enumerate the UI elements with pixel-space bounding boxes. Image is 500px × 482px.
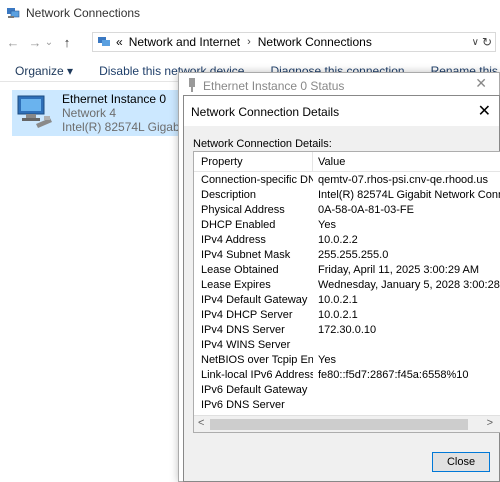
window-titlebar: Network Connections (0, 0, 500, 26)
horizontal-scrollbar[interactable]: < > (194, 415, 500, 432)
address-row: ← → ⌄ ↑ « Network and Internet › Network… (0, 30, 500, 54)
table-row[interactable]: Lease Expires Wednesday, January 5, 2028 … (194, 278, 500, 293)
property-cell: DHCP Enabled (201, 219, 276, 231)
ethernet-status-icon (189, 78, 195, 92)
value-cell: 0A-58-0A-81-03-FE (318, 204, 414, 216)
table-row[interactable]: IPv4 Subnet Mask 255.255.255.0 (194, 248, 500, 263)
value-cell: 10.0.2.1 (318, 309, 358, 321)
table-row[interactable]: IPv4 DNS Server 172.30.0.10 (194, 323, 500, 338)
dialog-titlebar: Network Connection Details ✕ (184, 96, 499, 126)
up-arrow-icon[interactable]: ↑ (58, 35, 76, 50)
property-cell: Description (201, 189, 257, 201)
property-cell: Lease Expires (201, 279, 271, 291)
property-cell: Connection-specific DN... (201, 174, 313, 186)
property-cell: IPv4 DHCP Server (201, 309, 293, 321)
breadcrumb-network-and-internet[interactable]: Network and Internet (129, 35, 240, 49)
value-cell: 172.30.0.10 (318, 324, 377, 336)
table-row[interactable]: IPv6 Default Gateway (194, 383, 500, 398)
breadcrumb-network-connections[interactable]: Network Connections (258, 35, 372, 49)
value-cell: Intel(R) 82574L Gigabit Network Connect (318, 189, 500, 201)
refresh-icon[interactable]: ↻ (482, 35, 492, 49)
property-cell: IPv4 Default Gateway (201, 294, 308, 306)
value-cell: Wednesday, January 5, 2028 3:00:28 AM (318, 279, 500, 291)
value-cell: 10.0.2.2 (318, 234, 358, 246)
address-dropdown-icon[interactable]: ∨ (472, 37, 479, 48)
window-title: Network Connections (26, 6, 141, 20)
status-close-icon[interactable]: ✕ (475, 75, 487, 92)
adapter-item[interactable]: Ethernet Instance 0 Network 4 Intel(R) 8… (12, 90, 297, 136)
column-header-property[interactable]: Property (201, 156, 243, 168)
table-row[interactable]: IPv4 Default Gateway 10.0.2.1 (194, 293, 500, 308)
table-row[interactable]: Lease Obtained Friday, April 11, 2025 3:0… (194, 263, 500, 278)
adapter-name: Ethernet Instance 0 (62, 92, 167, 106)
property-cell: IPv6 Default Gateway (201, 384, 308, 396)
details-listview[interactable]: Property Value Connection-specific DN...… (193, 151, 500, 433)
value-cell: Yes (318, 219, 336, 231)
property-cell: Physical Address (201, 204, 285, 216)
address-bar[interactable]: « Network and Internet › Network Connect… (92, 32, 496, 52)
column-header-value[interactable]: Value (318, 156, 345, 168)
property-cell: IPv4 WINS Server (201, 339, 291, 351)
table-row[interactable]: DHCP Enabled Yes (194, 218, 500, 233)
table-row[interactable]: Connection-specific DN... qemtv-07.rhos-p… (194, 173, 500, 188)
details-dialog: Network Connection Details ✕ Network Con… (183, 95, 500, 482)
listview-header: Property Value (194, 152, 500, 172)
network-folder-icon (98, 37, 110, 46)
value-cell: qemtv-07.rhos-psi.cnv-qe.rhood.us (318, 174, 488, 186)
ethernet-adapter-icon (17, 95, 52, 128)
property-cell: IPv4 Subnet Mask (201, 249, 291, 261)
property-cell: IPv4 DNS Server (201, 324, 285, 336)
value-cell: 10.0.2.1 (318, 294, 358, 306)
breadcrumb-separator-icon[interactable]: › (247, 36, 251, 48)
table-row[interactable]: Description Intel(R) 82574L Gigabit Netwo… (194, 188, 500, 203)
adapter-network: Network 4 (62, 106, 117, 120)
details-label: Network Connection Details: (193, 138, 332, 150)
scroll-left-icon[interactable]: < (198, 417, 204, 429)
address-overflow[interactable]: « (116, 35, 123, 49)
value-cell: Yes (318, 354, 336, 366)
forward-arrow-icon[interactable]: → (26, 35, 44, 50)
scrollbar-thumb[interactable] (210, 419, 468, 430)
recent-locations-chevron-icon[interactable]: ⌄ (44, 37, 54, 48)
close-button[interactable]: Close (432, 452, 490, 472)
table-row[interactable]: IPv4 WINS Server (194, 338, 500, 353)
organize-menu[interactable]: Organize ▾ (15, 64, 73, 78)
value-cell: 255.255.255.0 (318, 249, 389, 261)
property-cell: IPv6 DNS Server (201, 399, 285, 411)
status-window-title: Ethernet Instance 0 Status (203, 79, 345, 93)
table-row[interactable]: Physical Address 0A-58-0A-81-03-FE (194, 203, 500, 218)
column-divider[interactable] (312, 152, 313, 172)
network-connections-icon (7, 8, 20, 18)
property-cell: IPv4 Address (201, 234, 266, 246)
table-row[interactable]: IPv4 Address 10.0.2.2 (194, 233, 500, 248)
dialog-title: Network Connection Details (191, 105, 340, 119)
value-cell: Friday, April 11, 2025 3:00:29 AM (318, 264, 480, 276)
table-row[interactable]: Link-local IPv6 Address fe80::f5d7:2867:f… (194, 368, 500, 383)
dialog-close-icon[interactable]: ✕ (478, 101, 491, 121)
property-cell: Lease Obtained (201, 264, 279, 276)
value-cell: fe80::f5d7:2867:f45a:6558%10 (318, 369, 469, 381)
table-row[interactable]: NetBIOS over Tcpip En... Yes (194, 353, 500, 368)
property-cell: NetBIOS over Tcpip En... (201, 354, 313, 366)
scroll-right-icon[interactable]: > (487, 417, 493, 429)
table-row[interactable]: IPv6 DNS Server (194, 398, 500, 413)
listview-rows: Connection-specific DN... qemtv-07.rhos-p… (194, 173, 500, 413)
property-cell: Link-local IPv6 Address (201, 369, 313, 381)
back-arrow-icon[interactable]: ← (4, 35, 22, 50)
table-row[interactable]: IPv4 DHCP Server 10.0.2.1 (194, 308, 500, 323)
